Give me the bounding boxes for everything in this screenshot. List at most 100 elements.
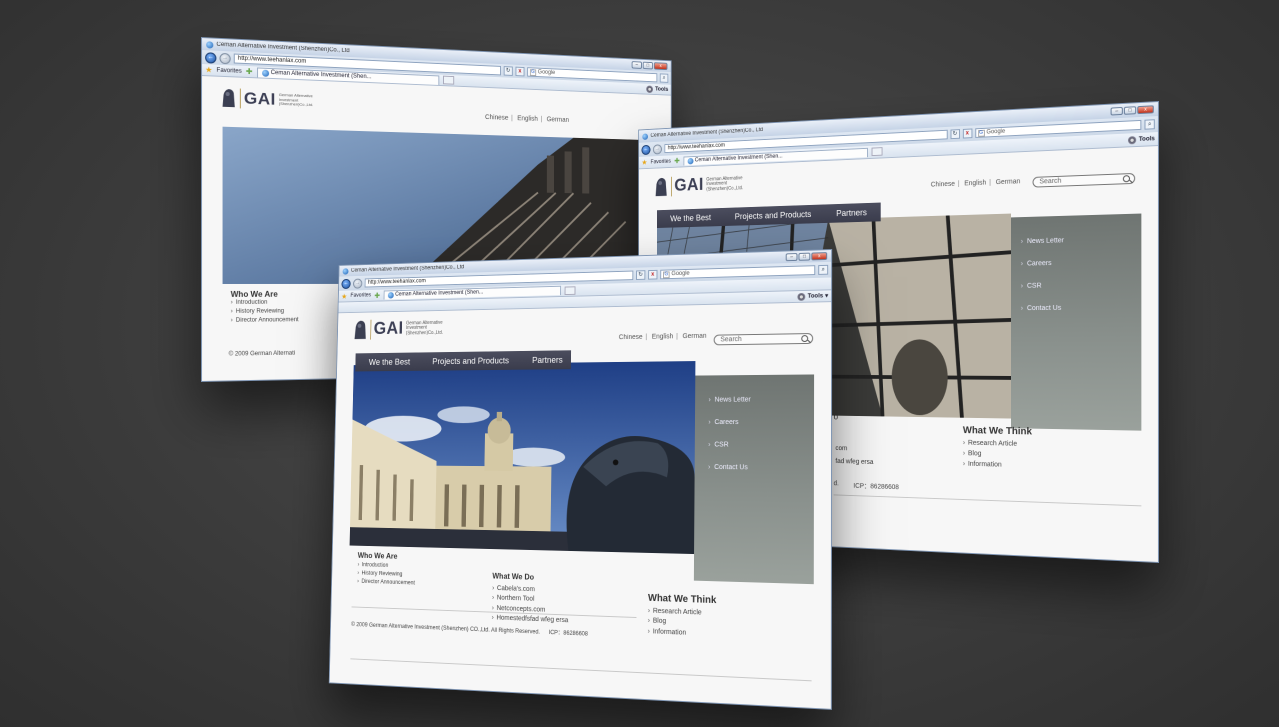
- link-introduction[interactable]: Introduction: [231, 299, 299, 308]
- lang-chinese[interactable]: Chinese: [619, 334, 643, 341]
- maximize-button[interactable]: □: [1123, 106, 1137, 115]
- section-heading: What We Do: [492, 571, 535, 582]
- tools-menu[interactable]: Tools: [646, 85, 668, 93]
- section-heading: What We Think: [962, 425, 1033, 438]
- favorites-label[interactable]: Favorites: [651, 159, 671, 165]
- right-icp: ICP：86286608: [853, 483, 899, 492]
- web-page: GAI German Alternative Investment (Shenzhe…: [329, 302, 832, 710]
- lang-chinese[interactable]: Chinese: [485, 114, 508, 121]
- tab-label: Ceman Alternative Investment (Shen...: [395, 289, 484, 298]
- gear-icon: [646, 85, 654, 93]
- side-contact-us[interactable]: Contact Us: [1021, 296, 1142, 320]
- refresh-button[interactable]: ↻: [635, 270, 646, 280]
- side-csr[interactable]: CSR: [1021, 273, 1142, 297]
- hero-lion-palace-photo: [349, 361, 696, 555]
- search-icon[interactable]: [801, 335, 809, 343]
- site-logo[interactable]: GAI German Alternative Investment (Shenzhe…: [221, 87, 314, 112]
- right-partial-link-1[interactable]: com: [835, 445, 847, 452]
- bottom-divider: [350, 658, 812, 682]
- right-partial-link-2[interactable]: fad wfeg ersa: [835, 458, 873, 466]
- side-csr[interactable]: CSR: [708, 434, 814, 457]
- add-favorite-icon[interactable]: ✚: [246, 67, 253, 76]
- main-nav: We the Best Projects and Products Partne…: [355, 350, 572, 372]
- chevron-down-icon: ▾: [825, 293, 829, 300]
- search-go-icon[interactable]: ⌕: [659, 73, 669, 83]
- close-button[interactable]: x: [653, 62, 668, 71]
- tools-menu[interactable]: Tools ▾: [797, 292, 829, 301]
- nav-partners[interactable]: Partners: [532, 355, 563, 365]
- favorites-label[interactable]: Favorites: [350, 293, 371, 299]
- search-engine-label: Google: [671, 270, 690, 278]
- minimize-button[interactable]: –: [631, 61, 642, 69]
- favorites-star-icon[interactable]: ★: [641, 158, 647, 166]
- refresh-button[interactable]: ↻: [503, 66, 513, 76]
- side-careers[interactable]: Careers: [708, 411, 814, 434]
- lang-english[interactable]: English: [517, 115, 538, 122]
- minimize-button[interactable]: –: [785, 253, 798, 262]
- google-icon: G: [529, 68, 537, 76]
- forward-button[interactable]: →: [652, 143, 662, 155]
- back-button[interactable]: ←: [341, 278, 351, 289]
- new-tab-button[interactable]: [564, 285, 576, 295]
- stop-button[interactable]: x: [962, 128, 973, 139]
- nav-partners[interactable]: Partners: [836, 208, 867, 218]
- google-icon: G: [662, 270, 670, 278]
- search-engine-label: Google: [986, 128, 1006, 136]
- lang-german[interactable]: German: [996, 178, 1021, 186]
- favorites-label[interactable]: Favorites: [217, 67, 242, 74]
- side-news-letter[interactable]: News Letter: [708, 388, 814, 411]
- logo-subtitle: German Alternative Investment (Shenzhen)Co…: [278, 92, 314, 108]
- site-logo[interactable]: GAI German Alternative Investment (Shenzhe…: [654, 172, 743, 199]
- add-favorite-icon[interactable]: ✚: [374, 291, 380, 299]
- site-logo[interactable]: GAI German Alternative Investment (Shenzhe…: [353, 316, 444, 341]
- site-search-input[interactable]: Search: [713, 333, 814, 346]
- maximize-button[interactable]: □: [798, 252, 811, 261]
- site-search-input[interactable]: Search: [1032, 172, 1136, 188]
- link-director[interactable]: Director Announcement: [357, 578, 415, 588]
- search-go-icon[interactable]: ⌕: [1144, 119, 1155, 130]
- lang-german[interactable]: German: [682, 333, 706, 340]
- forward-button[interactable]: →: [353, 278, 363, 289]
- side-contact-us[interactable]: Contact Us: [708, 456, 814, 480]
- back-button[interactable]: ←: [641, 144, 651, 155]
- nav-we-the-best[interactable]: We the Best: [369, 357, 410, 367]
- lang-german[interactable]: German: [547, 116, 569, 123]
- nav-projects-products[interactable]: Projects and Products: [432, 356, 509, 366]
- stop-button[interactable]: x: [515, 66, 525, 77]
- window-title: Ceman Alternative Investment (Shenzhen)C…: [350, 264, 465, 274]
- favorites-star-icon[interactable]: ★: [341, 292, 347, 300]
- link-information[interactable]: Information: [963, 459, 1032, 471]
- stop-button[interactable]: x: [648, 269, 658, 280]
- lang-chinese[interactable]: Chinese: [931, 181, 955, 189]
- search-icon[interactable]: [1122, 175, 1131, 183]
- new-tab-button[interactable]: [871, 147, 883, 157]
- url-text: http://www.teehanlax.com: [667, 142, 725, 152]
- refresh-button[interactable]: ↻: [950, 129, 960, 140]
- side-careers[interactable]: Careers: [1021, 250, 1142, 275]
- side-news-letter[interactable]: News Letter: [1021, 227, 1142, 253]
- search-go-icon[interactable]: ⌕: [818, 264, 829, 275]
- back-button[interactable]: ←: [205, 51, 217, 64]
- gear-icon: [1128, 135, 1137, 144]
- tools-menu[interactable]: Tools: [1128, 135, 1155, 144]
- web-search-field[interactable]: G Google: [660, 265, 816, 280]
- close-button[interactable]: x: [811, 252, 828, 261]
- gear-icon: [797, 292, 806, 301]
- logo-subtitle: German Alternative Investment (Shenzhen)Co…: [405, 319, 444, 337]
- new-tab-button[interactable]: [443, 75, 455, 85]
- language-links: Chinese | English | German: [485, 114, 570, 124]
- nav-we-the-best[interactable]: We the Best: [670, 213, 711, 223]
- right-what-we-think: What We Think Research Article Blog Info…: [963, 425, 1032, 471]
- link-information[interactable]: Information: [648, 627, 717, 640]
- lang-english[interactable]: English: [652, 333, 674, 340]
- nav-projects-products[interactable]: Projects and Products: [735, 210, 812, 222]
- close-button[interactable]: x: [1137, 105, 1154, 115]
- maximize-button[interactable]: □: [642, 61, 654, 70]
- forward-button[interactable]: →: [219, 52, 231, 64]
- add-favorite-icon[interactable]: ✚: [674, 157, 680, 165]
- link-director[interactable]: Director Announcement: [231, 316, 299, 325]
- lang-english[interactable]: English: [964, 180, 986, 188]
- lion-logo-icon: [222, 88, 235, 108]
- minimize-button[interactable]: –: [1110, 106, 1123, 116]
- favorites-star-icon[interactable]: ★: [205, 65, 212, 74]
